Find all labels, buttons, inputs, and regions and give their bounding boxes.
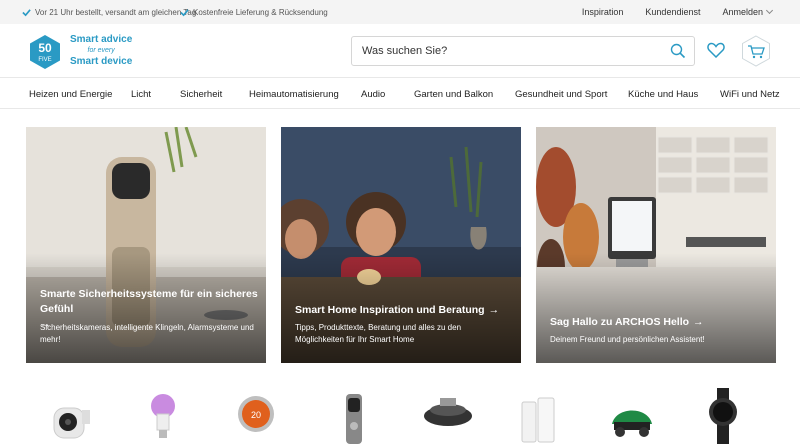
tagline-line3: Smart device — [70, 56, 133, 67]
cart-button[interactable] — [740, 35, 772, 67]
site-header: 50 FIVE Smart advice for every Smart dev… — [0, 24, 800, 78]
smart-thermostat-product[interactable]: 20 — [236, 388, 276, 444]
check-icon — [22, 9, 31, 17]
usp-same-day-shipping: Vor 21 Uhr bestellt, versandt am gleiche… — [22, 8, 196, 17]
nav-item-gesundheit[interactable]: Gesundheit und Sport — [515, 89, 607, 100]
usp-free-delivery: Kostenfreie Lieferung & Rücksendung — [180, 8, 328, 17]
chevron-down-icon — [765, 6, 774, 15]
card-description: Tipps, Produkttexte, Beratung und alles … — [295, 323, 462, 344]
login-menu[interactable]: Anmelden — [722, 6, 774, 17]
nav-item-wifi[interactable]: WiFi und Netz — [720, 89, 780, 100]
thermostat-value: 20 — [251, 410, 261, 420]
inspiration-link[interactable]: Inspiration — [582, 7, 624, 17]
hero-card-inspiration[interactable]: Smart Home Inspiration und Beratung → Tip… — [281, 127, 521, 363]
smart-bulb-product[interactable] — [148, 388, 178, 444]
card-title-text: Smart Home Inspiration und Beratung — [295, 304, 485, 316]
usp-text: Vor 21 Uhr bestellt, versandt am gleiche… — [35, 8, 197, 17]
hero-card-archos[interactable]: Sag Hallo zu ARCHOS Hello → Deinem Freund… — [536, 127, 776, 363]
smartwatch-product[interactable] — [706, 388, 740, 444]
top-info-bar: Vor 21 Uhr bestellt, versandt am gleiche… — [0, 0, 800, 24]
category-nav: Heizen und Energie Licht Sicherheit Heim… — [0, 79, 800, 109]
logo-badge[interactable]: 50 FIVE — [27, 34, 63, 70]
search-box — [351, 36, 695, 66]
card-description: Deinem Freund und persönlichen Assistent… — [550, 335, 705, 344]
card-gradient — [536, 253, 776, 363]
nav-item-heizen[interactable]: Heizen und Energie — [29, 89, 112, 100]
wifi-mesh-product[interactable] — [518, 388, 558, 444]
top-links: Inspiration Kundendienst Anmelden — [582, 6, 774, 17]
customer-service-link[interactable]: Kundendienst — [645, 7, 700, 17]
arrow-right-icon: → — [488, 304, 500, 316]
search-icon[interactable] — [670, 43, 686, 59]
video-doorbell-product[interactable] — [342, 388, 366, 444]
tagline-line1: Smart advice — [70, 34, 133, 45]
logo-number: 50 — [38, 41, 52, 55]
nav-item-kueche[interactable]: Küche und Haus — [628, 89, 698, 100]
card-description: Sicherheitskameras, intelligente Klingel… — [40, 323, 254, 344]
arrow-right-icon: → — [693, 316, 704, 328]
usp-text: Kostenfreie Lieferung & Rücksendung — [193, 8, 328, 17]
card-title-text: Smarte Sicherheitssysteme für ein sicher… — [40, 288, 258, 315]
check-icon — [180, 9, 189, 17]
card-title: Sag Hallo zu ARCHOS Hello → — [550, 315, 770, 330]
login-label: Anmelden — [722, 7, 763, 17]
heart-icon[interactable] — [707, 42, 725, 58]
nav-item-audio[interactable]: Audio — [361, 89, 385, 100]
security-camera-product[interactable] — [48, 388, 94, 444]
logo-tagline[interactable]: Smart advice for every Smart device — [70, 35, 132, 67]
logo-word: FIVE — [38, 57, 51, 63]
product-strip: 20 — [0, 388, 800, 444]
tagline-line2: for every — [87, 47, 115, 54]
hero-card-security[interactable]: Smarte Sicherheitssysteme für ein sicher… — [26, 127, 266, 363]
nav-item-sicherheit[interactable]: Sicherheit — [180, 89, 222, 100]
nav-item-heimautomatisierung[interactable]: Heimautomatisierung — [249, 89, 339, 100]
robotic-mower-product[interactable] — [606, 388, 658, 444]
robot-vacuum-product[interactable] — [422, 388, 474, 444]
search-input[interactable] — [352, 37, 652, 65]
cart-icon — [742, 35, 770, 67]
nav-item-garten[interactable]: Garten und Balkon — [414, 89, 493, 100]
nav-item-licht[interactable]: Licht — [131, 89, 151, 100]
card-title-text: Sag Hallo zu ARCHOS Hello — [550, 316, 690, 328]
card-title: Smart Home Inspiration und Beratung → — [295, 303, 515, 318]
